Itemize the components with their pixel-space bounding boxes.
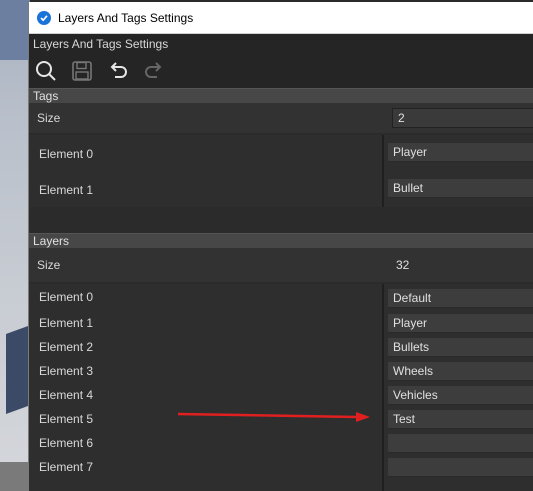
layers-element-field[interactable] [388,434,533,453]
layers-section-header[interactable]: Layers [29,233,533,248]
app-logo-icon [37,10,51,25]
toolbar [29,54,533,88]
layers-element-field[interactable]: Player [388,314,533,333]
background-scene [0,0,30,491]
tags-element-label: Element 1 [39,183,94,197]
layers-element-field[interactable] [388,458,533,477]
layers-labels-column: Element 0 Element 1 Element 2 Element 3 … [29,284,384,491]
layers-element-label: Element 7 [39,460,94,474]
undo-button[interactable] [105,58,131,84]
layers-element-label: Element 3 [39,364,94,378]
layers-element-field[interactable]: Vehicles [388,386,533,405]
layers-element-field[interactable]: Test [388,410,533,429]
redo-icon [145,62,162,78]
panel-title: Layers And Tags Settings [29,34,533,54]
layers-element-label: Element 1 [39,316,94,330]
tags-size-label: Size [37,111,61,125]
layers-size-row: Size 32 [29,248,533,282]
layers-element-list: Element 0 Element 1 Element 2 Element 3 … [29,282,533,491]
redo-button[interactable] [141,58,167,84]
layers-values-column: Default Player Bullets Wheels Vehicles T… [384,284,533,491]
save-button[interactable] [69,58,95,84]
layers-element-label: Element 4 [39,388,94,402]
window-titlebar[interactable]: Layers And Tags Settings [29,2,533,34]
tags-element-field[interactable]: Player [388,143,533,162]
search-icon [36,61,56,81]
tags-element-label: Element 0 [39,147,94,161]
section-divider [29,207,533,233]
window-title: Layers And Tags Settings [58,10,194,25]
layers-element-label: Element 2 [39,340,94,354]
layers-size-field[interactable]: 32 [392,256,533,274]
layers-element-label: Element 0 [39,290,94,304]
scene-sky [0,0,30,60]
layers-element-field[interactable]: Wheels [388,362,533,381]
search-button[interactable] [33,58,59,84]
tags-size-row: Size 2 [29,103,533,133]
scene-object [6,325,28,415]
tags-values-column: Player Bullet [384,135,533,207]
layers-element-field[interactable]: Default [388,289,533,308]
tags-element-list: Element 0 Element 1 Player Bullet [29,133,533,207]
layers-element-field[interactable]: Bullets [388,338,533,357]
layers-size-label: Size [37,258,61,272]
tags-section-header[interactable]: Tags [29,88,533,103]
layers-element-label: Element 6 [39,436,94,450]
undo-icon [110,62,127,78]
layers-element-label: Element 5 [39,412,94,426]
tags-size-field[interactable]: 2 [392,108,533,128]
tags-element-field[interactable]: Bullet [388,179,533,198]
settings-window: Layers And Tags Settings Layers And Tags… [28,2,533,491]
save-icon [72,61,92,81]
tags-labels-column: Element 0 Element 1 [29,135,384,207]
scene-floor [0,462,30,491]
